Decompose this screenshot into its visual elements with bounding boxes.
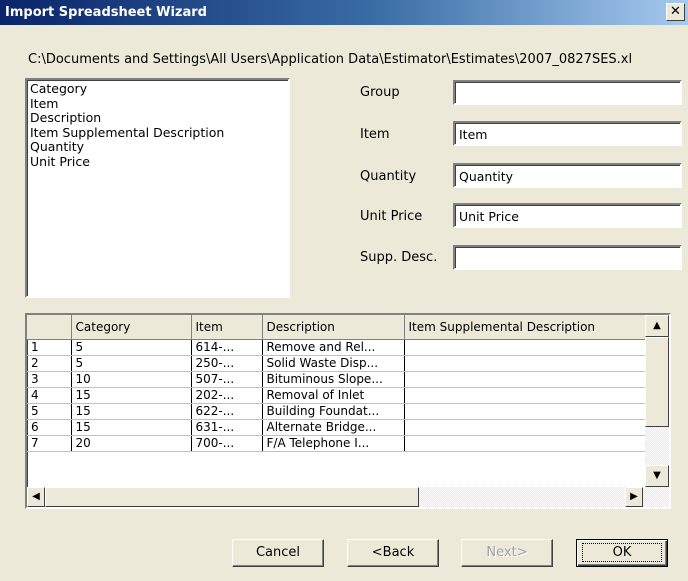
cell-description[interactable]: Building Foundat... (262, 403, 405, 420)
cell-supp[interactable] (404, 403, 646, 420)
cell-description[interactable]: Solid Waste Disp... (262, 355, 405, 372)
row-number: 5 (27, 403, 72, 420)
preview-grid[interactable]: Category Item Description Item Supplemen… (25, 313, 671, 509)
row-number: 7 (27, 435, 72, 452)
cell-supp[interactable] (404, 355, 646, 372)
scroll-left-icon[interactable]: ◀ (27, 487, 45, 507)
row-number: 6 (27, 419, 72, 436)
list-item[interactable]: Unit Price (30, 154, 285, 170)
cell-category[interactable]: 15 (71, 403, 192, 420)
cell-item[interactable]: 700-... (191, 435, 263, 452)
quantity-field[interactable]: Quantity (453, 163, 682, 188)
cell-supp[interactable] (404, 387, 646, 404)
cell-category[interactable]: 5 (71, 339, 192, 356)
row-number: 2 (27, 355, 72, 372)
column-header-category[interactable]: Category (71, 315, 192, 340)
item-field[interactable]: Item (453, 121, 682, 146)
cell-item[interactable]: 507-... (191, 371, 263, 388)
window-title: Import Spreadsheet Wizard (5, 5, 207, 20)
table-row[interactable]: 2 5 250-... Solid Waste Disp... (27, 355, 646, 372)
list-item[interactable]: Description (30, 110, 285, 126)
column-header-rownum[interactable] (27, 315, 72, 340)
cell-description[interactable]: Removal of Inlet (262, 387, 405, 404)
cell-category[interactable]: 15 (71, 419, 192, 436)
cell-category[interactable]: 20 (71, 435, 192, 452)
quantity-label: Quantity (360, 169, 417, 184)
close-icon[interactable]: ✕ (666, 3, 685, 21)
cell-supp[interactable] (404, 371, 646, 388)
ok-button[interactable]: OK (576, 539, 668, 567)
next-button[interactable]: Next> (461, 539, 553, 567)
vertical-scrollbar[interactable]: ▲ ▼ (645, 315, 669, 487)
list-item[interactable]: Category (30, 81, 285, 97)
title-bar[interactable]: Import Spreadsheet Wizard ✕ (0, 0, 688, 25)
cell-category[interactable]: 5 (71, 355, 192, 372)
cancel-button[interactable]: Cancel (232, 539, 324, 567)
horizontal-scroll-thumb[interactable] (45, 487, 419, 507)
available-fields-list[interactable]: Category Item Description Item Supplemen… (25, 78, 290, 298)
unit-price-label: Unit Price (360, 209, 423, 224)
cell-item[interactable]: 622-... (191, 403, 263, 420)
scroll-right-icon[interactable]: ▶ (625, 487, 643, 507)
row-number: 1 (27, 339, 72, 356)
table-row[interactable]: 1 5 614-... Remove and Rel... (27, 339, 646, 356)
cell-description[interactable]: Bituminous Slope... (262, 371, 405, 388)
cell-item[interactable]: 631-... (191, 419, 263, 436)
cell-description[interactable]: Alternate Bridge... (262, 419, 405, 436)
back-button[interactable]: <Back (347, 539, 439, 567)
table-row[interactable]: 7 20 700-... F/A Telephone I... (27, 435, 646, 452)
preview-table: Category Item Description Item Supplemen… (27, 315, 646, 452)
row-number: 4 (27, 387, 72, 404)
cell-item[interactable]: 250-... (191, 355, 263, 372)
vertical-scroll-thumb[interactable] (645, 337, 669, 427)
scroll-down-icon[interactable]: ▼ (645, 465, 669, 487)
unit-price-field[interactable]: Unit Price (453, 203, 682, 228)
cell-category[interactable]: 10 (71, 371, 192, 388)
column-header-supp-description[interactable]: Item Supplemental Description (404, 315, 646, 340)
list-item[interactable]: Item Supplemental Description (30, 125, 285, 141)
table-row[interactable]: 6 15 631-... Alternate Bridge... (27, 419, 646, 436)
table-row[interactable]: 3 10 507-... Bituminous Slope... (27, 371, 646, 388)
cell-supp[interactable] (404, 419, 646, 436)
row-number: 3 (27, 371, 72, 388)
list-item[interactable]: Item (30, 96, 285, 112)
cell-supp[interactable] (404, 435, 646, 452)
list-item[interactable]: Quantity (30, 139, 285, 155)
table-row[interactable]: 4 15 202-... Removal of Inlet (27, 387, 646, 404)
supp-desc-field[interactable] (453, 245, 682, 270)
group-label: Group (360, 85, 400, 100)
cell-item[interactable]: 614-... (191, 339, 263, 356)
group-field[interactable] (453, 80, 682, 105)
header-row: Category Item Description Item Supplemen… (27, 315, 646, 340)
cell-description[interactable]: Remove and Rel... (262, 339, 405, 356)
ok-button-label: OK (581, 543, 663, 562)
supp-desc-label: Supp. Desc. (360, 250, 438, 265)
item-label: Item (360, 127, 390, 142)
cell-supp[interactable] (404, 339, 646, 356)
cell-item[interactable]: 202-... (191, 387, 263, 404)
column-header-item[interactable]: Item (191, 315, 263, 340)
horizontal-scrollbar[interactable]: ◀ ▶ (27, 487, 669, 507)
column-header-description[interactable]: Description (262, 315, 405, 340)
file-path: C:\Documents and Settings\All Users\Appl… (28, 52, 633, 67)
scroll-up-icon[interactable]: ▲ (645, 315, 669, 337)
table-row[interactable]: 5 15 622-... Building Foundat... (27, 403, 646, 420)
cell-category[interactable]: 15 (71, 387, 192, 404)
cell-description[interactable]: F/A Telephone I... (262, 435, 405, 452)
